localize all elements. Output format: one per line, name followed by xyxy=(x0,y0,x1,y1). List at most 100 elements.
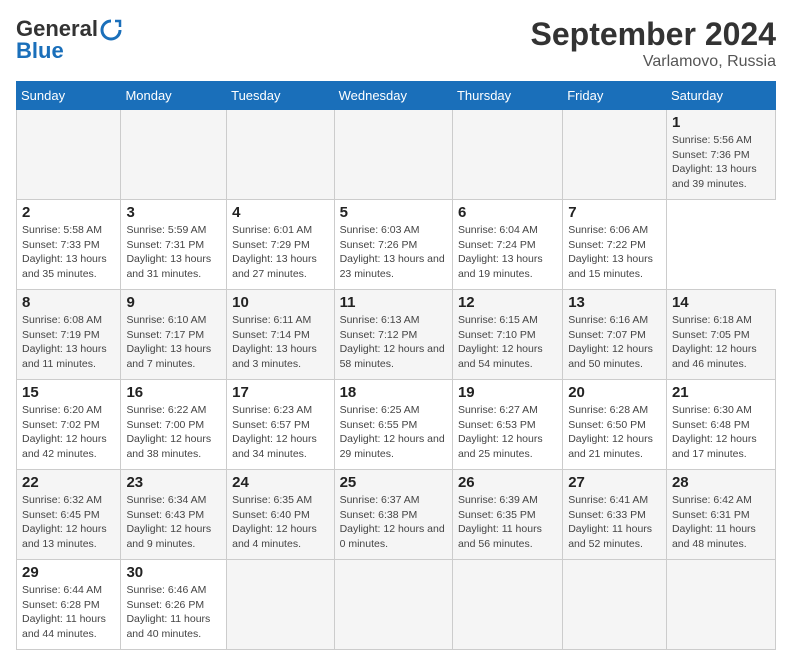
calendar-week-row: 15 Sunrise: 6:20 AMSunset: 7:02 PMDayligh… xyxy=(17,380,776,470)
calendar-cell xyxy=(666,560,775,650)
day-number: 21 xyxy=(672,384,770,401)
calendar-cell: 28Sunrise: 6:42 AMSunset: 6:31 PMDayligh… xyxy=(666,470,775,560)
day-info: Sunrise: 6:16 AMSunset: 7:07 PMDaylight:… xyxy=(568,313,661,372)
calendar-week-row: 2 Sunrise: 5:58 AMSunset: 7:33 PMDaylight… xyxy=(17,200,776,290)
calendar-cell: 3 Sunrise: 5:59 AMSunset: 7:31 PMDaylight… xyxy=(121,200,227,290)
page-header: General Blue September 2024 Varlamovo, R… xyxy=(16,16,776,71)
calendar-cell: 13 Sunrise: 6:16 AMSunset: 7:07 PMDayligh… xyxy=(563,290,667,380)
weekday-header-friday: Friday xyxy=(563,82,667,110)
calendar-cell: 26 Sunrise: 6:39 AMSunset: 6:35 PMDayligh… xyxy=(452,470,562,560)
calendar-week-row: 29Sunrise: 6:44 AMSunset: 6:28 PMDayligh… xyxy=(17,560,776,650)
calendar-week-row: 1 Sunrise: 5:56 AMSunset: 7:36 PMDaylight… xyxy=(17,110,776,200)
calendar-week-row: 8 Sunrise: 6:08 AMSunset: 7:19 PMDaylight… xyxy=(17,290,776,380)
day-number: 24 xyxy=(232,474,328,491)
calendar-cell: 5Sunrise: 6:03 AMSunset: 7:26 PMDaylight… xyxy=(334,200,452,290)
day-number: 30 xyxy=(126,564,221,581)
weekday-header-thursday: Thursday xyxy=(452,82,562,110)
weekday-header-wednesday: Wednesday xyxy=(334,82,452,110)
day-info: Sunrise: 6:20 AMSunset: 7:02 PMDaylight:… xyxy=(22,403,115,462)
day-info: Sunrise: 6:15 AMSunset: 7:10 PMDaylight:… xyxy=(458,313,557,372)
calendar-cell: 16Sunrise: 6:22 AMSunset: 7:00 PMDayligh… xyxy=(121,380,227,470)
calendar-cell xyxy=(452,560,562,650)
calendar-cell: 8 Sunrise: 6:08 AMSunset: 7:19 PMDaylight… xyxy=(17,290,121,380)
day-info: Sunrise: 6:01 AMSunset: 7:29 PMDaylight:… xyxy=(232,223,328,282)
day-info: Sunrise: 6:27 AMSunset: 6:53 PMDaylight:… xyxy=(458,403,557,462)
day-info: Sunrise: 6:35 AMSunset: 6:40 PMDaylight:… xyxy=(232,493,328,552)
calendar-cell: 4Sunrise: 6:01 AMSunset: 7:29 PMDaylight… xyxy=(227,200,334,290)
weekday-header-tuesday: Tuesday xyxy=(227,82,334,110)
calendar-cell: 9Sunrise: 6:10 AMSunset: 7:17 PMDaylight… xyxy=(121,290,227,380)
day-number: 13 xyxy=(568,294,661,311)
day-number: 9 xyxy=(126,294,221,311)
day-number: 22 xyxy=(22,474,115,491)
day-info: Sunrise: 6:44 AMSunset: 6:28 PMDaylight:… xyxy=(22,583,115,642)
calendar-cell: 23Sunrise: 6:34 AMSunset: 6:43 PMDayligh… xyxy=(121,470,227,560)
month-title: September 2024 xyxy=(531,16,776,53)
day-info: Sunrise: 6:46 AMSunset: 6:26 PMDaylight:… xyxy=(126,583,221,642)
day-number: 2 xyxy=(22,204,115,221)
logo: General Blue xyxy=(16,16,122,64)
day-number: 10 xyxy=(232,294,328,311)
weekday-header-row: SundayMondayTuesdayWednesdayThursdayFrid… xyxy=(17,82,776,110)
day-number: 11 xyxy=(340,294,447,311)
day-number: 1 xyxy=(672,114,770,131)
calendar-cell xyxy=(17,110,121,200)
title-block: September 2024 Varlamovo, Russia xyxy=(531,16,776,71)
calendar-cell xyxy=(334,110,452,200)
calendar-cell: 30 Sunrise: 6:46 AMSunset: 6:26 PMDayligh… xyxy=(121,560,227,650)
calendar-cell: 18Sunrise: 6:25 AMSunset: 6:55 PMDayligh… xyxy=(334,380,452,470)
day-info: Sunrise: 6:34 AMSunset: 6:43 PMDaylight:… xyxy=(126,493,221,552)
day-info: Sunrise: 6:06 AMSunset: 7:22 PMDaylight:… xyxy=(568,223,661,282)
day-number: 7 xyxy=(568,204,661,221)
calendar-cell: 21Sunrise: 6:30 AMSunset: 6:48 PMDayligh… xyxy=(666,380,775,470)
day-info: Sunrise: 5:58 AMSunset: 7:33 PMDaylight:… xyxy=(22,223,115,282)
calendar-cell xyxy=(563,560,667,650)
calendar-cell: 6Sunrise: 6:04 AMSunset: 7:24 PMDaylight… xyxy=(452,200,562,290)
day-info: Sunrise: 6:08 AMSunset: 7:19 PMDaylight:… xyxy=(22,313,115,372)
weekday-header-saturday: Saturday xyxy=(666,82,775,110)
calendar-cell xyxy=(563,110,667,200)
weekday-header-sunday: Sunday xyxy=(17,82,121,110)
calendar-cell: 27 Sunrise: 6:41 AMSunset: 6:33 PMDayligh… xyxy=(563,470,667,560)
day-info: Sunrise: 6:41 AMSunset: 6:33 PMDaylight:… xyxy=(568,493,661,552)
day-number: 19 xyxy=(458,384,557,401)
calendar-cell: 2 Sunrise: 5:58 AMSunset: 7:33 PMDaylight… xyxy=(17,200,121,290)
calendar-cell: 11 Sunrise: 6:13 AMSunset: 7:12 PMDayligh… xyxy=(334,290,452,380)
calendar-cell: 1 Sunrise: 5:56 AMSunset: 7:36 PMDaylight… xyxy=(666,110,775,200)
day-number: 26 xyxy=(458,474,557,491)
calendar-cell: 7 Sunrise: 6:06 AMSunset: 7:22 PMDaylight… xyxy=(563,200,667,290)
weekday-header-monday: Monday xyxy=(121,82,227,110)
calendar-cell: 15 Sunrise: 6:20 AMSunset: 7:02 PMDayligh… xyxy=(17,380,121,470)
day-number: 20 xyxy=(568,384,661,401)
day-number: 8 xyxy=(22,294,115,311)
day-info: Sunrise: 6:13 AMSunset: 7:12 PMDaylight:… xyxy=(340,313,447,372)
day-number: 15 xyxy=(22,384,115,401)
day-info: Sunrise: 6:39 AMSunset: 6:35 PMDaylight:… xyxy=(458,493,557,552)
day-number: 12 xyxy=(458,294,557,311)
calendar-cell: 17Sunrise: 6:23 AMSunset: 6:57 PMDayligh… xyxy=(227,380,334,470)
calendar-cell xyxy=(227,560,334,650)
calendar-cell: 29Sunrise: 6:44 AMSunset: 6:28 PMDayligh… xyxy=(17,560,121,650)
calendar-cell: 20Sunrise: 6:28 AMSunset: 6:50 PMDayligh… xyxy=(563,380,667,470)
day-info: Sunrise: 6:32 AMSunset: 6:45 PMDaylight:… xyxy=(22,493,115,552)
calendar-cell: 12 Sunrise: 6:15 AMSunset: 7:10 PMDayligh… xyxy=(452,290,562,380)
day-number: 25 xyxy=(340,474,447,491)
calendar-cell: 14 Sunrise: 6:18 AMSunset: 7:05 PMDayligh… xyxy=(666,290,775,380)
day-number: 6 xyxy=(458,204,557,221)
calendar-table: SundayMondayTuesdayWednesdayThursdayFrid… xyxy=(16,81,776,650)
calendar-cell: 25 Sunrise: 6:37 AMSunset: 6:38 PMDayligh… xyxy=(334,470,452,560)
day-number: 14 xyxy=(672,294,770,311)
day-number: 28 xyxy=(672,474,770,491)
calendar-cell: 22 Sunrise: 6:32 AMSunset: 6:45 PMDayligh… xyxy=(17,470,121,560)
calendar-cell xyxy=(452,110,562,200)
calendar-cell xyxy=(121,110,227,200)
day-info: Sunrise: 5:56 AMSunset: 7:36 PMDaylight:… xyxy=(672,133,770,192)
day-info: Sunrise: 6:18 AMSunset: 7:05 PMDaylight:… xyxy=(672,313,770,372)
day-info: Sunrise: 6:25 AMSunset: 6:55 PMDaylight:… xyxy=(340,403,447,462)
day-info: Sunrise: 5:59 AMSunset: 7:31 PMDaylight:… xyxy=(126,223,221,282)
calendar-cell: 24 Sunrise: 6:35 AMSunset: 6:40 PMDayligh… xyxy=(227,470,334,560)
day-number: 3 xyxy=(126,204,221,221)
day-info: Sunrise: 6:37 AMSunset: 6:38 PMDaylight:… xyxy=(340,493,447,552)
day-info: Sunrise: 6:23 AMSunset: 6:57 PMDaylight:… xyxy=(232,403,328,462)
day-number: 27 xyxy=(568,474,661,491)
